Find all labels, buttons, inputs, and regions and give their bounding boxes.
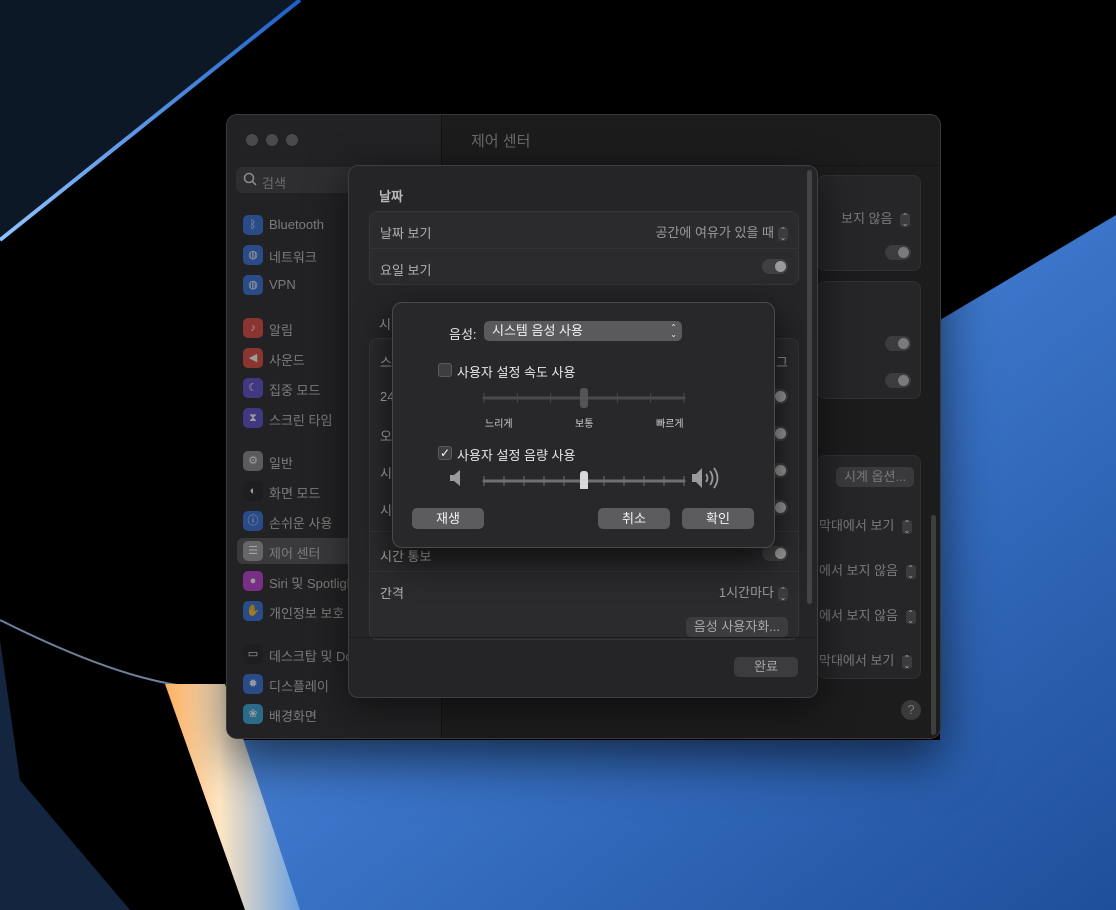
- accessibility-icon: ⓘ: [243, 511, 263, 531]
- dock-icon: ▭: [243, 644, 263, 664]
- rate-slider[interactable]: [481, 383, 687, 409]
- voice-customization-dialog: 음성: 시스템 음성 사용 ⌃ ⌄ 사용자 설정 속도 사용 느리게 보통 빠르게…: [392, 302, 775, 548]
- sidebar-item-label: 스크린 타임: [269, 413, 333, 428]
- rate-tick-slow: 느리게: [485, 419, 513, 430]
- menu-bar-option[interactable]: 막대에서 보기 ⌃ ⌄: [819, 650, 912, 669]
- toggle[interactable]: [885, 336, 911, 351]
- sidebar-item-label: 손쉬운 사용: [269, 516, 333, 531]
- announce-time-label: 시간 통보: [380, 549, 432, 564]
- volume-slider[interactable]: [481, 467, 687, 489]
- rate-tick-normal: 보통: [575, 419, 594, 430]
- scrollbar[interactable]: [931, 515, 936, 735]
- announce-time-toggle[interactable]: [762, 546, 788, 561]
- sidebar-item-label: Siri 및 Spotlight: [269, 576, 358, 591]
- speaker-icon: ◀: [243, 348, 263, 368]
- chevron-updown-icon: ⌃ ⌄: [778, 585, 788, 602]
- hourglass-icon: ⧗: [243, 408, 263, 428]
- control-center-icon: ☰: [243, 541, 263, 561]
- zoom-window-button[interactable]: [286, 134, 298, 146]
- voice-label: 음성:: [449, 327, 477, 342]
- menu-bar-option[interactable]: 보지 않음 ⌃ ⌄: [841, 208, 911, 227]
- sidebar-item-label: 화면 모드: [269, 486, 321, 501]
- moon-icon: ☾: [243, 378, 263, 398]
- close-window-button[interactable]: [246, 134, 258, 146]
- chevron-updown-icon: ⌃ ⌄: [670, 323, 677, 339]
- row-label: 오: [380, 429, 392, 444]
- menu-bar-option[interactable]: 막대에서 보기 ⌃ ⌄: [819, 515, 912, 534]
- slider-knob[interactable]: [580, 388, 588, 408]
- date-settings-group: 날짜 보기 공간에 여유가 있을 때 ⌃ ⌄ 요일 보기: [369, 211, 799, 285]
- sidebar-item-label: 제어 센터: [269, 546, 321, 561]
- sidebar-item-label: VPN: [269, 277, 296, 292]
- sidebar-item-label: 배경화면: [269, 709, 317, 724]
- voice-popup[interactable]: 시스템 음성 사용 ⌃ ⌄: [484, 321, 682, 341]
- slider-knob[interactable]: [580, 471, 588, 489]
- sidebar-item[interactable]: ❀ 배경화면: [237, 701, 433, 727]
- custom-volume-label: 사용자 설정 음량 사용: [457, 448, 576, 463]
- menu-bar-option[interactable]: 에서 보지 않음 ⌃ ⌄: [819, 560, 916, 579]
- ok-button[interactable]: 확인: [682, 508, 754, 529]
- chevron-updown-icon: ⌃ ⌄: [778, 225, 788, 242]
- flower-icon: ❀: [243, 704, 263, 724]
- siri-icon: ●: [243, 571, 263, 591]
- vpn-icon: ◍: [243, 275, 263, 295]
- section-title-date: 날짜: [379, 189, 403, 204]
- divider: [370, 571, 798, 572]
- search-placeholder: 검색: [262, 176, 286, 191]
- appearance-icon: ◐: [243, 481, 263, 501]
- footer-divider: [349, 637, 817, 638]
- custom-volume-checkbox[interactable]: ✓: [438, 446, 452, 460]
- sheet-scrollbar[interactable]: [807, 170, 812, 604]
- bluetooth-icon: ᛒ: [243, 215, 263, 235]
- page-title: 제어 센터: [471, 133, 531, 150]
- sidebar-item-label: 디스플레이: [269, 679, 329, 694]
- speaker-low-icon: [450, 470, 460, 486]
- divider: [370, 248, 798, 249]
- custom-rate-checkbox[interactable]: [438, 363, 452, 377]
- show-weekday-toggle[interactable]: [762, 259, 788, 274]
- minimize-window-button[interactable]: [266, 134, 278, 146]
- customize-voice-button[interactable]: 음성 사용자화...: [685, 617, 788, 637]
- show-weekday-label: 요일 보기: [380, 263, 432, 278]
- section-title-time: 시: [379, 317, 391, 332]
- help-button[interactable]: ?: [901, 700, 921, 720]
- interval-label: 간격: [380, 586, 404, 601]
- sidebar-item-label: 알림: [269, 323, 293, 338]
- done-button[interactable]: 완료: [734, 657, 798, 677]
- row-value[interactable]: 그: [776, 352, 788, 371]
- speaker-high-icon: [692, 467, 719, 489]
- sidebar-item-label: 네트워크: [269, 250, 317, 265]
- row-label: 스: [380, 355, 392, 370]
- show-date-popup[interactable]: 공간에 여유가 있을 때 ⌃ ⌄: [656, 222, 788, 241]
- hand-icon: ✋: [243, 601, 263, 621]
- sun-icon: ✹: [243, 674, 263, 694]
- sidebar-item-label: Bluetooth: [269, 217, 324, 232]
- show-date-label: 날짜 보기: [380, 226, 432, 241]
- play-button[interactable]: 재생: [412, 508, 484, 529]
- gear-icon: ⚙: [243, 451, 263, 471]
- search-icon: [243, 172, 257, 186]
- row-label: 시: [380, 466, 392, 481]
- row-label: 시: [380, 503, 392, 518]
- sidebar-item-label: 사운드: [269, 353, 305, 368]
- bell-icon: ♪: [243, 318, 263, 338]
- menu-bar-option[interactable]: 에서 보지 않음 ⌃ ⌄: [819, 605, 916, 624]
- interval-popup[interactable]: 1시간마다 ⌃ ⌄: [719, 582, 788, 601]
- globe-icon: ◍: [243, 245, 263, 265]
- sidebar-item-label: 일반: [269, 456, 293, 471]
- toggle[interactable]: [885, 245, 911, 260]
- voice-popup-value: 시스템 음성 사용: [492, 323, 583, 338]
- toggle[interactable]: [885, 373, 911, 388]
- rate-tick-fast: 빠르게: [656, 419, 684, 430]
- cancel-button[interactable]: 취소: [598, 508, 670, 529]
- sidebar-item-label: 집중 모드: [269, 383, 321, 398]
- clock-options-button[interactable]: 시계 옵션...: [836, 467, 915, 487]
- custom-rate-label: 사용자 설정 속도 사용: [457, 365, 576, 380]
